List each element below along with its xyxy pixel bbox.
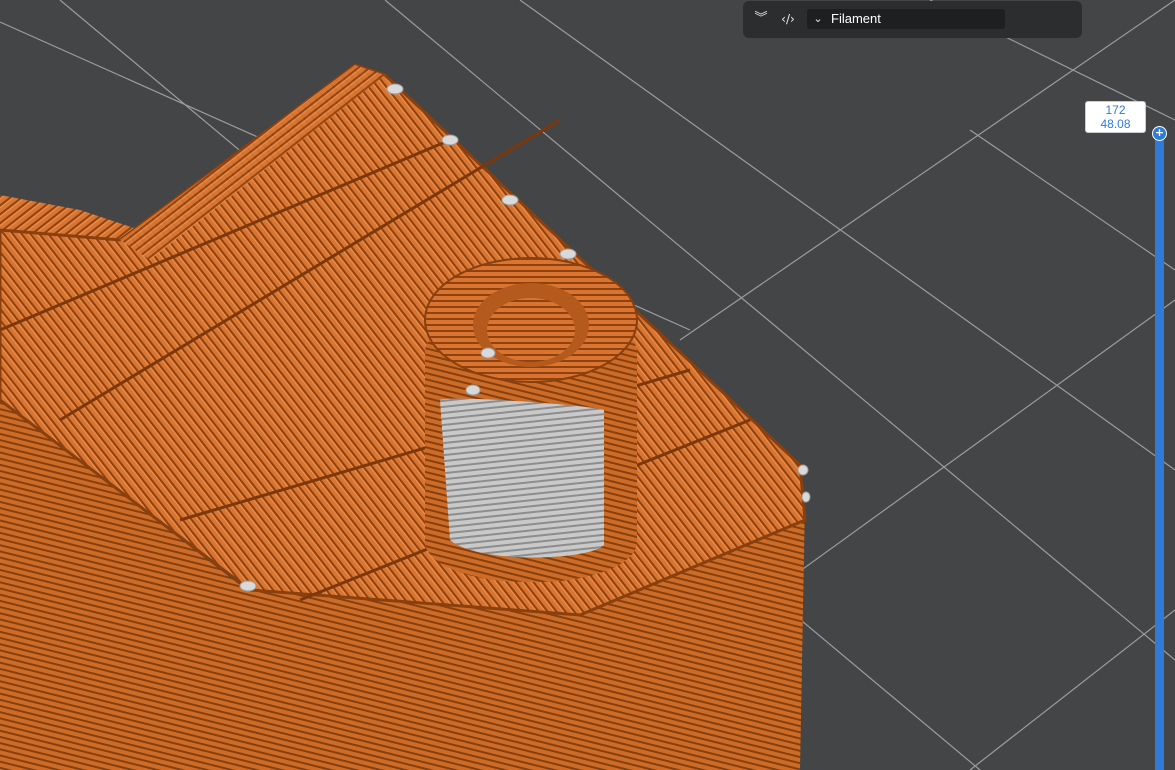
code-brackets-icon[interactable]: ‹/› [778,10,798,28]
preview-toolbar: ︾ ‹/› ⌄ Filament [743,1,1082,38]
current-layer-height: 48.08 [1100,117,1131,131]
view-type-dropdown[interactable]: ⌄ Filament [807,9,1005,29]
double-chevron-down-icon[interactable]: ︾ [751,10,771,28]
layer-slider-handle[interactable]: + [1152,126,1167,141]
sliced-model-render [0,0,1175,770]
3d-preview-viewport[interactable] [0,0,1175,770]
view-type-value: Filament [831,11,881,26]
cylinder-boss [424,257,638,582]
layer-value-tooltip: 172 48.08 [1085,101,1146,133]
current-layer-number: 172 [1105,103,1126,117]
layer-slider-track[interactable] [1155,133,1164,770]
chevron-down-icon: ⌄ [813,12,823,25]
